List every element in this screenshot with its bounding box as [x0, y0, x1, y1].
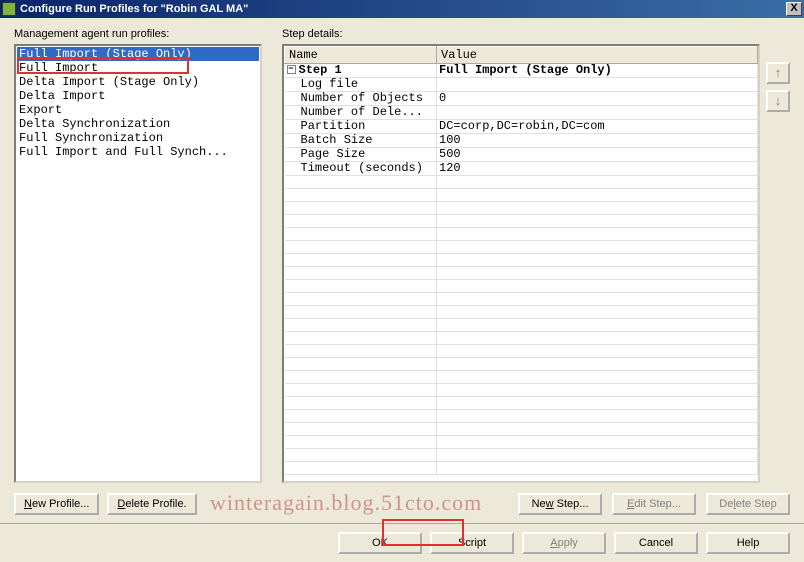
- table-row: [285, 215, 758, 228]
- col-value[interactable]: Value: [437, 47, 758, 64]
- table-row: [285, 423, 758, 436]
- table-row: [285, 293, 758, 306]
- collapse-icon[interactable]: −: [287, 65, 296, 74]
- table-row: [285, 410, 758, 423]
- table-row: [285, 280, 758, 293]
- table-row[interactable]: −Step 1 Full Import (Stage Only): [285, 64, 758, 78]
- table-row: [285, 319, 758, 332]
- list-item[interactable]: Export: [17, 103, 259, 117]
- table-row: [285, 358, 758, 371]
- step-value: Full Import (Stage Only): [437, 64, 758, 78]
- step-details-grid[interactable]: Name Value −Step 1 Full Import (Stage On…: [282, 44, 760, 483]
- list-item[interactable]: Delta Import (Stage Only): [17, 75, 259, 89]
- cancel-button[interactable]: Cancel: [614, 532, 698, 554]
- table-row: [285, 449, 758, 462]
- table-row: [285, 462, 758, 475]
- move-down-button[interactable]: ↓: [766, 90, 790, 112]
- ok-button[interactable]: OK: [338, 532, 422, 554]
- table-row: [285, 332, 758, 345]
- move-up-button[interactable]: ↑: [766, 62, 790, 84]
- bottom-bar: OK Script Apply Cancel Help: [0, 523, 804, 562]
- profiles-listbox[interactable]: Full Import (Stage Only) Full Import Del…: [14, 44, 262, 483]
- help-button[interactable]: Help: [706, 532, 790, 554]
- new-step-button[interactable]: New Step...: [518, 493, 602, 515]
- table-row: [285, 267, 758, 280]
- table-row: [285, 345, 758, 358]
- table-row[interactable]: Number of Dele...: [285, 106, 758, 120]
- step-name: Step 1: [299, 63, 342, 77]
- list-item[interactable]: Full Import (Stage Only): [17, 47, 259, 61]
- table-row: [285, 228, 758, 241]
- apply-button[interactable]: Apply: [522, 532, 606, 554]
- table-row: [285, 306, 758, 319]
- list-item[interactable]: Full Synchronization: [17, 131, 259, 145]
- edit-step-button[interactable]: Edit Step...: [612, 493, 696, 515]
- delete-step-button[interactable]: Delete Step: [706, 493, 790, 515]
- table-row: [285, 241, 758, 254]
- table-row: [285, 371, 758, 384]
- table-row[interactable]: Timeout (seconds)120: [285, 162, 758, 176]
- list-item[interactable]: Delta Synchronization: [17, 117, 259, 131]
- profiles-label: Management agent run profiles:: [14, 28, 262, 40]
- table-row[interactable]: Page Size500: [285, 148, 758, 162]
- close-button[interactable]: X: [786, 2, 802, 16]
- table-row: [285, 384, 758, 397]
- table-row[interactable]: Number of Objects0: [285, 92, 758, 106]
- table-row: [285, 254, 758, 267]
- table-row: [285, 176, 758, 189]
- titlebar: Configure Run Profiles for "Robin GAL MA…: [0, 0, 804, 18]
- window-title: Configure Run Profiles for "Robin GAL MA…: [20, 3, 786, 15]
- table-row: [285, 436, 758, 449]
- table-row: [285, 202, 758, 215]
- new-profile-button[interactable]: New Profile...: [14, 493, 99, 515]
- list-item[interactable]: Full Import and Full Synch...: [17, 145, 259, 159]
- table-row: [285, 189, 758, 202]
- table-row: [285, 397, 758, 410]
- delete-profile-button[interactable]: Delete Profile.: [107, 493, 196, 515]
- table-row[interactable]: PartitionDC=corp,DC=robin,DC=com: [285, 120, 758, 134]
- table-row[interactable]: Batch Size100: [285, 134, 758, 148]
- list-item[interactable]: Delta Import: [17, 89, 259, 103]
- script-button[interactable]: Script: [430, 532, 514, 554]
- col-name[interactable]: Name: [285, 47, 437, 64]
- grid-header-row: Name Value: [285, 47, 758, 64]
- list-item[interactable]: Full Import: [17, 61, 259, 75]
- step-details-label: Step details:: [282, 28, 790, 40]
- app-icon: [2, 2, 16, 16]
- table-row[interactable]: Log file: [285, 78, 758, 92]
